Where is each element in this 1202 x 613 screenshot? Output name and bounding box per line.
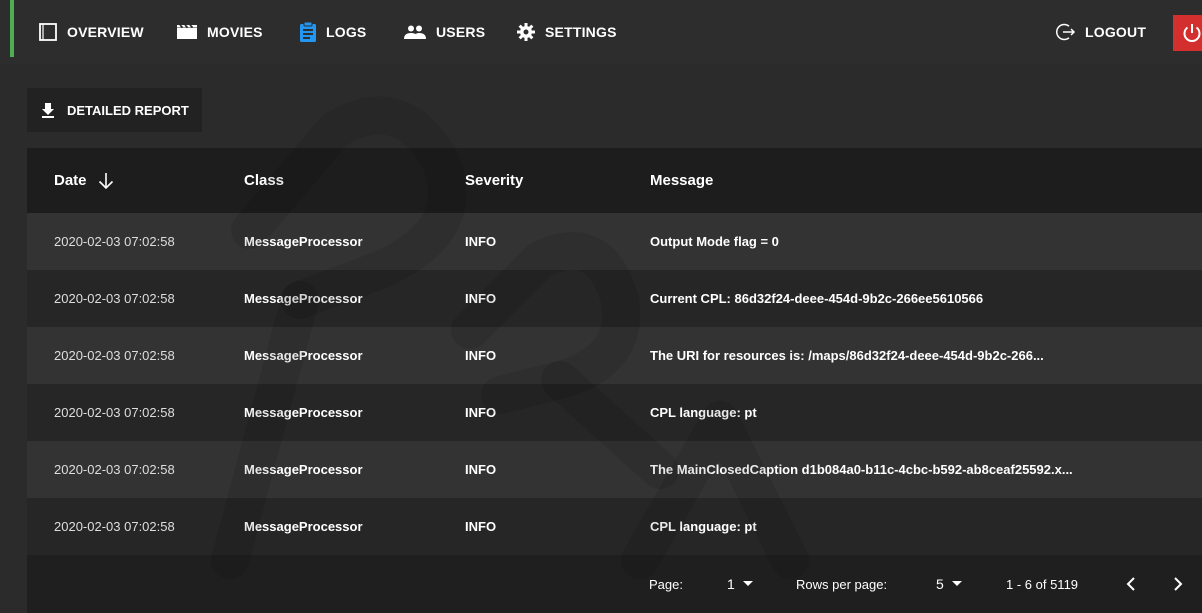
download-icon	[42, 103, 54, 118]
cell-severity: INFO	[465, 348, 497, 363]
nav-accent-bar	[10, 0, 14, 57]
table-row[interactable]: 2020-02-03 07:02:58 MessageProcessor INF…	[27, 270, 1202, 327]
rows-per-page-value: 5	[936, 576, 944, 592]
nav-label-settings: SETTINGS	[545, 24, 617, 40]
column-header-severity[interactable]: Severity	[465, 148, 523, 213]
cell-message: CPL language: pt	[650, 405, 757, 420]
cell-message: Current CPL: 86d32f24-deee-454d-9b2c-266…	[650, 291, 984, 306]
cell-date: 2020-02-03 07:02:58	[54, 462, 175, 477]
cell-severity: INFO	[465, 234, 497, 249]
table-header: Date Class Severity Message	[27, 148, 1202, 213]
overview-icon	[39, 23, 57, 41]
next-page-button[interactable]	[1168, 574, 1188, 594]
detailed-report-button[interactable]: DETAILED REPORT	[27, 88, 202, 132]
nav-label-logs: LOGS	[326, 24, 367, 40]
pagination-range: 1 - 6 of 5119	[1006, 576, 1079, 592]
table-row[interactable]: 2020-02-03 07:02:58 MessageProcessor INF…	[27, 384, 1202, 441]
nav-item-settings[interactable]: SETTINGS	[516, 20, 617, 44]
arrow-down-icon[interactable]	[97, 172, 115, 190]
rows-per-page-label: Rows per page:	[796, 576, 888, 592]
cell-date: 2020-02-03 07:02:58	[54, 291, 175, 306]
cell-severity: INFO	[465, 405, 497, 420]
cell-message: The MainClosedCaption d1b084a0-b11c-4cbc…	[650, 462, 1073, 477]
cell-message: Output Mode flag = 0	[650, 234, 779, 249]
caret-down-icon	[742, 581, 753, 586]
cell-message: CPL language: pt	[650, 519, 757, 534]
cell-date: 2020-02-03 07:02:58	[54, 519, 175, 534]
nav-label-users: USERS	[436, 24, 486, 40]
nav-label-movies: MOVIES	[207, 24, 263, 40]
users-icon	[404, 25, 426, 39]
power-button[interactable]	[1173, 15, 1202, 51]
page-select-value: 1	[727, 576, 735, 592]
table-pagination: Page: 1 Rows per page: 5 1 - 6 of 5119	[27, 555, 1202, 613]
logs-icon	[300, 21, 316, 42]
column-header-class[interactable]: Class	[244, 148, 284, 213]
top-nav-bar: OVERVIEW MOVIES LOGS USERS SETTINGS LOGO…	[0, 0, 1202, 64]
cell-date: 2020-02-03 07:02:58	[54, 234, 175, 249]
chevron-right-icon	[1174, 577, 1183, 591]
nav-item-overview[interactable]: OVERVIEW	[38, 20, 144, 44]
column-header-message[interactable]: Message	[650, 148, 713, 213]
chevron-left-icon	[1126, 577, 1135, 591]
logout-icon	[1056, 23, 1076, 41]
table-row[interactable]: 2020-02-03 07:02:58 MessageProcessor INF…	[27, 327, 1202, 384]
previous-page-button[interactable]	[1121, 574, 1141, 594]
rows-per-page-select[interactable]: 5	[936, 555, 962, 613]
power-icon	[1183, 24, 1201, 42]
settings-icon	[517, 23, 535, 41]
cell-date: 2020-02-03 07:02:58	[54, 405, 175, 420]
logs-table: Date Class Severity Message 2020-02-03 0…	[27, 148, 1202, 613]
page-label: Page:	[649, 576, 683, 592]
nav-item-logs[interactable]: LOGS	[299, 20, 366, 44]
table-row[interactable]: 2020-02-03 07:02:58 MessageProcessor INF…	[27, 498, 1202, 555]
cell-class: MessageProcessor	[244, 234, 363, 249]
cell-date: 2020-02-03 07:02:58	[54, 348, 175, 363]
cell-class: MessageProcessor	[244, 462, 363, 477]
logout-button[interactable]: LOGOUT	[1056, 20, 1146, 44]
cell-severity: INFO	[465, 462, 497, 477]
cell-class: MessageProcessor	[244, 405, 363, 420]
column-header-date[interactable]: Date	[54, 148, 115, 213]
nav-item-movies[interactable]: MOVIES	[176, 20, 263, 44]
detailed-report-label: DETAILED REPORT	[67, 102, 189, 118]
cell-message: The URI for resources is: /maps/86d32f24…	[650, 348, 1044, 363]
page-select[interactable]: 1	[727, 555, 753, 613]
caret-down-icon	[951, 581, 962, 586]
cell-severity: INFO	[465, 291, 497, 306]
nav-item-users[interactable]: USERS	[403, 20, 485, 44]
cell-class: MessageProcessor	[244, 519, 363, 534]
cell-class: MessageProcessor	[244, 291, 363, 306]
table-row[interactable]: 2020-02-03 07:02:58 MessageProcessor INF…	[27, 441, 1202, 498]
nav-label-overview: OVERVIEW	[67, 24, 144, 40]
cell-severity: INFO	[465, 519, 497, 534]
logout-label: LOGOUT	[1085, 24, 1147, 40]
cell-class: MessageProcessor	[244, 348, 363, 363]
column-header-date-label: Date	[54, 172, 87, 189]
movies-icon	[177, 24, 197, 39]
table-row[interactable]: 2020-02-03 07:02:58 MessageProcessor INF…	[27, 213, 1202, 270]
